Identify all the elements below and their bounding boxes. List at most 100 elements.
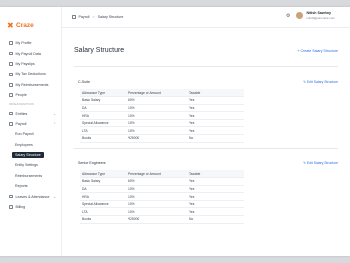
table-row: Special Allowance 10% Yes (80, 200, 244, 209)
sidebar-subitem-reimbursements[interactable]: Reimbursements (0, 171, 62, 181)
table-row: Special Allowance 10% Yes (80, 119, 244, 128)
cell: ₹25000 (126, 134, 187, 143)
cell: 10% (126, 104, 187, 113)
cell: Yes (187, 119, 244, 128)
cell: 60% (126, 96, 187, 105)
structure-name: C-Suite (78, 80, 90, 84)
craze-logo-icon: ✖ (7, 21, 14, 30)
cell: Yes (187, 177, 244, 186)
payroll-icon (72, 15, 76, 19)
avatar[interactable] (296, 12, 304, 19)
sidebar-item-my-payslips[interactable]: My Payslips (0, 59, 62, 69)
table-row: LTA 10% Yes (80, 207, 244, 217)
receipt-icon (9, 72, 13, 77)
breadcrumb-current: Salary Structure (97, 15, 124, 19)
sidebar-item-my-reimbursements[interactable]: My Reimbursements (0, 80, 62, 90)
billing-icon (9, 205, 13, 209)
sidebar-subitem-entity-settings[interactable]: Entity Settings (0, 160, 62, 170)
settings-icon[interactable]: ⚙ (286, 13, 290, 19)
divider (74, 66, 338, 67)
user-name: Nitish Sawhny (306, 11, 332, 15)
logo[interactable]: ✖ Craze (7, 21, 34, 30)
column-header: Percentage or Amount (126, 89, 187, 98)
column-header: Percentage or Amount (126, 170, 187, 179)
cell: Special Allowance (80, 119, 126, 128)
sidebar-item-my-tax-deductions[interactable]: My Tax Deductions (0, 69, 62, 79)
cell: Yes (187, 185, 244, 194)
calendar-icon (9, 194, 13, 199)
main-content: Salary Structure + Create Salary Structu… (62, 28, 350, 256)
chevron-down-icon: ⌄ (53, 111, 56, 116)
app-name: Craze (16, 22, 34, 29)
chevron-down-icon: ⌄ (53, 194, 56, 199)
breadcrumb-root[interactable]: Payroll (79, 15, 90, 19)
cell: Basic Salary (80, 177, 126, 186)
sidebar-item-payroll[interactable]: Payroll ⌃ (0, 119, 62, 129)
column-header: Allowance Type (80, 89, 126, 98)
sidebar-item-my-profile[interactable]: My Profile (0, 38, 62, 48)
chevron-up-icon: ⌃ (53, 122, 56, 127)
cell: Yes (187, 126, 244, 136)
sidebar-item-entities[interactable]: Entities ⌄ (0, 108, 62, 118)
breadcrumb: Payroll > Salary Structure (72, 15, 123, 19)
structure-name: Senior Engineers (78, 161, 106, 165)
cash-icon (9, 83, 13, 87)
user-info: Nitish Sawhny nitish@joincraze.com (306, 11, 335, 20)
sidebar-item-billing[interactable]: Billing (0, 202, 62, 212)
column-header: Taxable (187, 170, 244, 179)
sidebar-item-leaves-attendance[interactable]: Leaves & Attendance ⌄ (0, 191, 62, 201)
cell: HRA (80, 192, 126, 201)
sidebar-subitem-run-payroll[interactable]: Run Payroll (0, 129, 62, 139)
sidebar-subitem-employees[interactable]: Employees (0, 140, 62, 150)
table-row: Books ₹25000 No (80, 134, 244, 143)
table-header-row: Allowance Type Percentage or Amount Taxa… (80, 89, 244, 98)
payroll-icon (9, 122, 13, 126)
salary-structure-card: Senior Engineers ✎ Edit Salary Structure… (74, 159, 338, 224)
cell: Yes (187, 200, 244, 209)
wallet-icon (9, 51, 13, 56)
cell: 10% (126, 126, 187, 136)
edit-salary-structure-button[interactable]: ✎ Edit Salary Structure (303, 161, 338, 165)
create-salary-structure-button[interactable]: + Create Salary Structure (297, 49, 338, 53)
document-icon (9, 62, 13, 66)
cell: Basic Salary (80, 96, 126, 105)
cell: Yes (187, 96, 244, 105)
salary-structure-card: C-Suite ✎ Edit Salary Structure Allowanc… (74, 78, 338, 143)
edit-salary-structure-button[interactable]: ✎ Edit Salary Structure (303, 80, 338, 84)
cell: HRA (80, 111, 126, 120)
app-window: ✖ Craze My Profile My Payroll Data My Pa… (0, 7, 350, 256)
sidebar-nav: My Profile My Payroll Data My Payslips M… (0, 38, 62, 212)
table-row: HRA 10% Yes (80, 111, 244, 120)
divider (74, 148, 338, 149)
top-bar: Payroll > Salary Structure ⚙ Nitish Sawh… (62, 7, 350, 28)
table-row: DA 10% Yes (80, 185, 244, 194)
cell: 10% (126, 111, 187, 120)
cell: Special Allowance (80, 200, 126, 209)
sidebar-subitem-salary-structure[interactable]: Salary Structure (0, 150, 62, 160)
cell: 10% (126, 185, 187, 194)
allowance-table: Allowance Type Percentage or Amount Taxa… (80, 89, 244, 143)
table-row: HRA 10% Yes (80, 192, 244, 201)
sidebar-subitem-reports[interactable]: Reports (0, 181, 62, 191)
cell: DA (80, 185, 126, 194)
table-row: Basic Salary 60% Yes (80, 177, 244, 186)
table-row: DA 10% Yes (80, 104, 244, 113)
cell: 10% (126, 200, 187, 209)
building-icon (9, 111, 13, 116)
column-header: Taxable (187, 89, 244, 98)
cell: LTA (80, 126, 126, 136)
sidebar-item-my-payroll-data[interactable]: My Payroll Data (0, 48, 62, 58)
cell: Yes (187, 104, 244, 113)
user-email: nitish@joincraze.com (306, 16, 336, 20)
cell: Books (80, 215, 126, 224)
sidebar-item-people[interactable]: People (0, 90, 62, 100)
cell: 10% (126, 207, 187, 217)
people-icon (9, 93, 13, 97)
cell: 60% (126, 177, 187, 186)
cell: 10% (126, 192, 187, 201)
user-menu[interactable]: ⚙ Nitish Sawhny nitish@joincraze.com (286, 11, 335, 20)
cell: DA (80, 104, 126, 113)
cell: LTA (80, 207, 126, 217)
cell: No (187, 215, 244, 224)
cell: ₹25000 (126, 215, 187, 224)
